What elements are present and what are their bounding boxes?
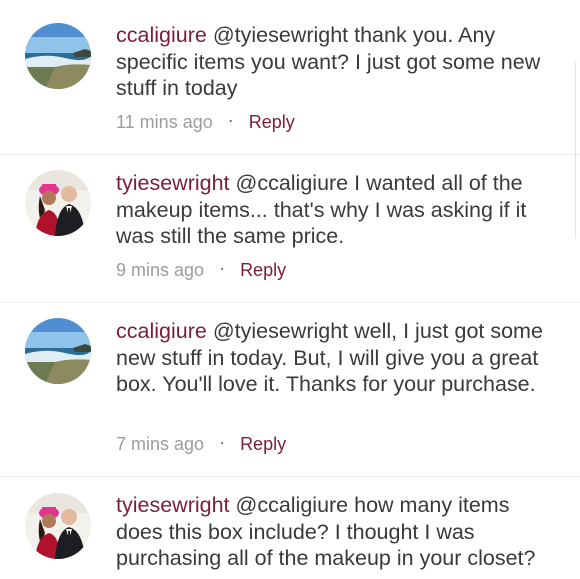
comment-body: ccaligiure @tyiesewright thank you. Any … (116, 22, 556, 102)
couple-photo-avatar-image (25, 170, 91, 236)
comment-username[interactable]: tyiesewright (116, 171, 230, 195)
seascape-avatar[interactable] (25, 318, 91, 384)
separator-dot: · (219, 432, 226, 452)
comment-meta: 7 mins ago · Reply (116, 432, 286, 455)
couple-photo-avatar[interactable] (25, 493, 91, 559)
comment-timestamp: 9 mins ago (116, 260, 205, 280)
comment-meta: 9 mins ago · Reply (116, 258, 286, 281)
comment-body: tyiesewright @ccaligiure I wanted all of… (116, 170, 556, 250)
comment-body: tyiesewright @ccaligiure how many items … (116, 492, 556, 572)
comment-body: ccaligiure @tyiesewright well, I just go… (116, 318, 556, 398)
reply-link[interactable]: Reply (240, 434, 286, 454)
separator-dot: · (219, 258, 226, 278)
seascape-avatar-image (25, 318, 91, 384)
comment-meta: 11 mins ago · Reply (116, 110, 295, 133)
comment-username[interactable]: tyiesewright (116, 493, 230, 517)
couple-photo-avatar-image (25, 493, 91, 559)
divider (0, 154, 580, 155)
comment-username[interactable]: ccaligiure (116, 319, 207, 343)
comment-username[interactable]: ccaligiure (116, 23, 207, 47)
comment-feed: ccaligiure @tyiesewright thank you. Any … (0, 0, 580, 579)
scrollbar[interactable] (575, 60, 580, 240)
divider (0, 302, 580, 303)
seascape-avatar-image (25, 23, 91, 89)
reply-link[interactable]: Reply (249, 112, 295, 132)
comment-timestamp: 11 mins ago (116, 112, 213, 132)
seascape-avatar[interactable] (25, 23, 91, 89)
comment-timestamp: 7 mins ago (116, 434, 205, 454)
reply-link[interactable]: Reply (240, 260, 286, 280)
separator-dot: · (227, 110, 234, 130)
divider (0, 476, 580, 477)
couple-photo-avatar[interactable] (25, 170, 91, 236)
